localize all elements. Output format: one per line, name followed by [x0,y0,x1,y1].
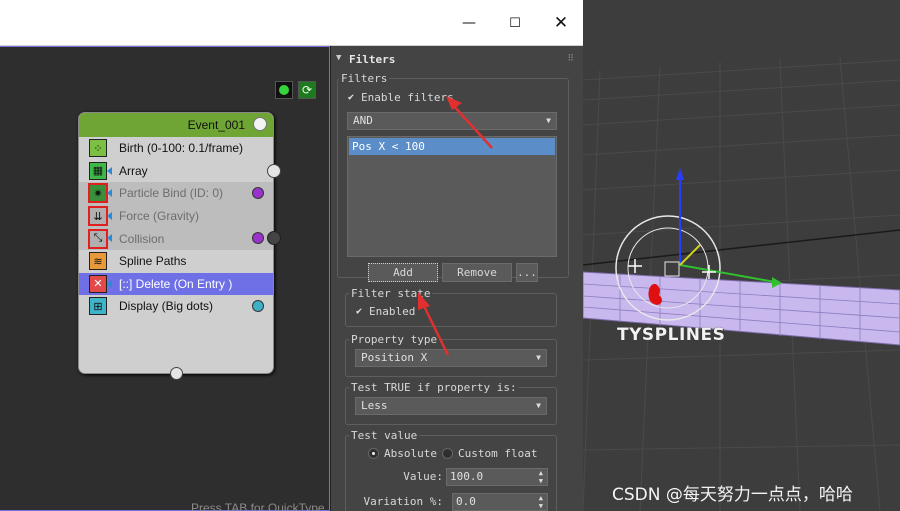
input-arrow-icon [107,234,112,243]
filters-group-title: Filters [339,72,390,85]
watermark: CSDN @每天努力一点点，哈哈 [612,485,853,505]
operator-particle-bind[interactable]: ✷ Particle Bind (ID: 0) [79,182,273,205]
absolute-radio[interactable]: Absolute [368,447,437,460]
force-icon: ⇊ [88,206,108,227]
output-connector[interactable] [267,231,281,246]
custom-float-label: Custom float [458,447,538,460]
operator-label: Force (Gravity) [119,209,200,224]
input-arrow-icon [107,189,112,198]
lightbulb-icon[interactable] [253,117,267,131]
operator-label: Spline Paths [119,254,187,269]
radio-selected-icon [368,448,379,459]
status-text: Press TAB for QuickType [191,501,325,511]
delete-icon: ✕ [89,274,107,293]
variation-field: 0.0 [456,495,476,508]
filters-list[interactable]: Pos X < 100 [347,136,557,257]
green-dot-icon [279,85,289,95]
event-header[interactable]: Event_001 [79,113,273,137]
title-bar[interactable]: — ☐ ✕ [0,0,583,46]
particle-graph-canvas[interactable]: ⟳ Event_001 ⁘ Birth (0-100: 0.1/frame) ▦… [0,46,330,511]
operator-collision[interactable]: ⤡ Collision [79,227,281,250]
operator-force[interactable]: ⇊ Force (Gravity) [79,204,273,228]
operator-delete[interactable]: ✕ [::] Delete (On Entry ) [79,272,273,296]
event-node[interactable]: Event_001 ⁘ Birth (0-100: 0.1/frame) ▦ A… [78,112,281,380]
input-arrow-icon [107,211,112,220]
particle-bind-icon: ✷ [88,183,108,204]
variation-label: Variation %: [363,495,443,508]
enable-filters-label: Enable filters [361,91,454,104]
checkmark-icon: ✔ [356,305,363,317]
checkmark-icon: ✔ [348,91,355,103]
array-icon: ▦ [89,161,107,180]
test-port[interactable] [252,187,264,200]
refresh-button[interactable]: ⟳ [298,81,316,99]
operator-label: [::] Delete (On Entry ) [119,276,233,291]
refresh-icon: ⟳ [301,83,313,97]
minimize-button[interactable]: — [446,0,492,46]
operator-array[interactable]: ▦ Array [79,160,281,183]
particle-view-window: — ☐ ✕ ⟳ Event_001 ⁘ Birth (0-100: 0.1/fr… [0,0,583,511]
grip-icon: ⠿ [567,54,574,64]
spline-paths-icon: ≋ [89,252,107,271]
absolute-label: Absolute [384,447,437,460]
input-arrow-icon [107,279,112,288]
variation-spinner[interactable]: 0.0 ▲ ▼ [452,493,548,511]
test-condition-dropdown[interactable]: Less ▼ [355,397,547,415]
maximize-button[interactable]: ☐ [492,0,538,46]
operator-label: Collision [119,231,165,246]
input-arrow-icon [107,166,112,175]
display-port[interactable] [252,300,264,313]
event-name: Event_001 [187,118,245,132]
chevron-down-icon: ▼ [536,401,541,410]
value-spinner[interactable]: 100.0 ▲ ▼ [446,468,548,486]
operator-label: Display (Big dots) [119,299,214,314]
enabled-label: Enabled [369,305,416,318]
test-port[interactable] [252,232,264,245]
logic-dropdown[interactable]: AND ▼ [347,112,557,130]
test-value-title: Test value [349,429,420,442]
event-output-connector[interactable] [170,367,183,380]
event-toggle-button[interactable] [275,81,293,99]
spinner-arrows-icon[interactable]: ▲ ▼ [539,494,543,510]
chevron-down-icon: ▼ [546,116,551,125]
rollout-title: Filters [349,53,396,66]
remove-button[interactable]: Remove [442,263,512,282]
collapse-triangle-icon[interactable]: ▼ [336,53,341,63]
custom-float-radio[interactable]: Custom float [442,447,537,460]
spinner-arrows-icon[interactable]: ▲ ▼ [539,469,543,485]
property-type-dropdown[interactable]: Position X ▼ [355,349,547,367]
enable-filters-checkbox[interactable]: ✔ Enable filters [348,91,454,104]
operator-birth[interactable]: ⁘ Birth (0-100: 0.1/frame) [79,137,273,160]
property-type-value: Position X [361,351,428,364]
logic-value: AND [353,114,373,127]
radio-unselected-icon [442,448,453,459]
operator-label: Particle Bind (ID: 0) [119,186,224,201]
chevron-down-icon: ▼ [536,353,541,362]
property-type-title: Property type [349,333,440,346]
filters-rollout-header[interactable]: ▼ Filters ⠿ [331,52,584,68]
value-label: Value: [403,470,443,483]
test-condition-value: Less [361,399,388,412]
value-field: 100.0 [450,470,484,483]
operator-spline-paths[interactable]: ≋ Spline Paths [79,250,273,273]
filter-state-title: Filter state [349,287,433,300]
more-button[interactable]: ... [516,263,538,282]
close-button[interactable]: ✕ [538,0,584,46]
operator-display[interactable]: ⊞ Display (Big dots) [79,295,273,318]
operator-label: Array [119,163,148,178]
output-connector[interactable] [267,163,281,178]
object-name-label: TYSPLINES [617,325,726,345]
enabled-checkbox[interactable]: ✔ Enabled [356,305,415,318]
operator-label: Birth (0-100: 0.1/frame) [119,141,244,156]
display-icon: ⊞ [89,297,107,316]
filters-panel: ▼ Filters ⠿ Filters ✔ Enable filters AND… [330,46,583,511]
list-item[interactable]: Pos X < 100 [349,138,555,155]
collision-icon: ⤡ [88,228,108,249]
birth-icon: ⁘ [89,139,107,158]
test-true-title: Test TRUE if property is: [349,381,519,394]
add-button[interactable]: Add [368,263,438,282]
